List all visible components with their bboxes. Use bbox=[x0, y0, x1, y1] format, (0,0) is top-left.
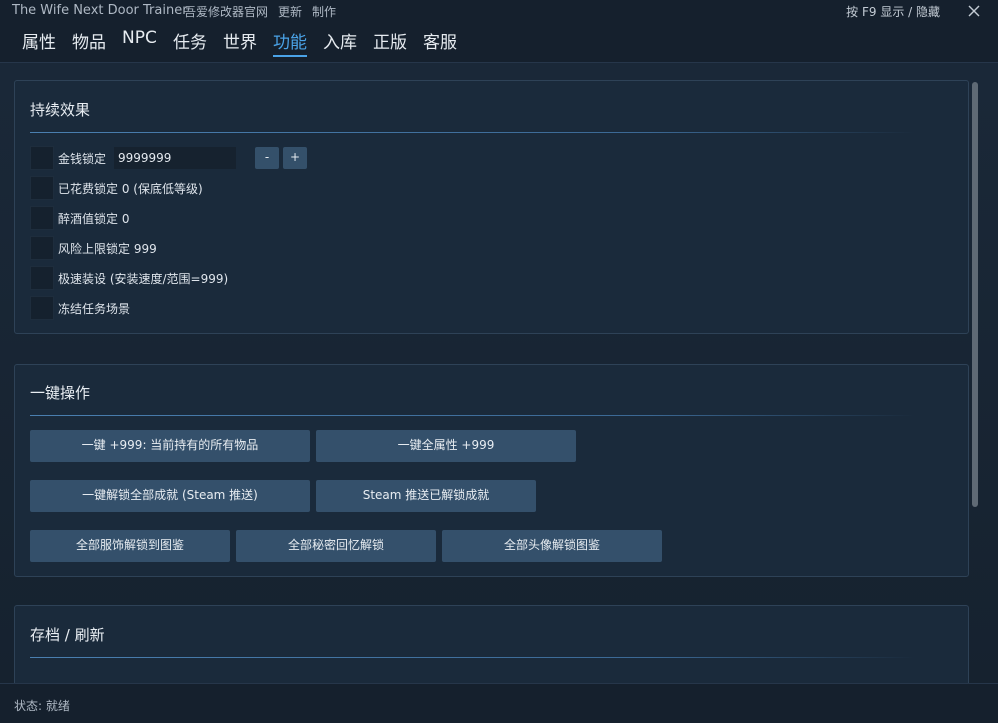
tab-npc[interactable]: NPC bbox=[122, 28, 157, 50]
unlock-avatars-button[interactable]: 全部头像解锁图鉴 bbox=[442, 530, 662, 562]
spent-lock-row: 已花费锁定 0 (保底低等级) bbox=[30, 176, 430, 200]
tab-genuine[interactable]: 正版 bbox=[373, 28, 407, 55]
persistent-effects-section: 持续效果 金钱锁定 - + 已花费锁定 0 (保底低等级) 醉酒值锁定 0 风险… bbox=[14, 80, 969, 334]
risk-lock-label: 风险上限锁定 999 bbox=[58, 242, 157, 256]
spent-lock-checkbox[interactable] bbox=[30, 176, 54, 200]
app-title: The Wife Next Door Trainer bbox=[12, 3, 188, 18]
section-divider bbox=[30, 415, 915, 416]
risk-lock-checkbox[interactable] bbox=[30, 236, 54, 260]
unlock-memories-button[interactable]: 全部秘密回忆解锁 bbox=[236, 530, 436, 562]
tab-import[interactable]: 入库 bbox=[323, 28, 357, 55]
section-title: 持续效果 bbox=[30, 101, 91, 119]
website-link[interactable]: 吾爱修改器官网 bbox=[184, 3, 268, 20]
section-divider bbox=[30, 132, 915, 133]
add-999-items-button[interactable]: 一键 +999: 当前持有的所有物品 bbox=[30, 430, 310, 462]
fast-install-checkbox[interactable] bbox=[30, 266, 54, 290]
credits-link[interactable]: 制作 bbox=[312, 3, 336, 20]
tab-support[interactable]: 客服 bbox=[423, 28, 457, 55]
fast-install-row: 极速装设 (安装速度/范围=999) bbox=[30, 266, 430, 290]
freeze-quest-checkbox[interactable] bbox=[30, 296, 54, 320]
status-bar: 状态: 就绪 bbox=[0, 683, 998, 723]
close-button[interactable] bbox=[962, 0, 986, 22]
risk-lock-row: 风险上限锁定 999 bbox=[30, 236, 430, 260]
title-bar: The Wife Next Door Trainer 吾爱修改器官网 更新 制作… bbox=[0, 0, 998, 22]
drunk-lock-label: 醉酒值锁定 0 bbox=[58, 212, 130, 226]
section-title: 一键操作 bbox=[30, 384, 91, 402]
all-attributes-999-button[interactable]: 一键全属性 +999 bbox=[316, 430, 576, 462]
push-achievements-button[interactable]: Steam 推送已解锁成就 bbox=[316, 480, 536, 512]
tab-features[interactable]: 功能 bbox=[273, 28, 307, 57]
unlock-all-achievements-button[interactable]: 一键解锁全部成就 (Steam 推送) bbox=[30, 480, 310, 512]
tab-world[interactable]: 世界 bbox=[223, 28, 257, 55]
tab-items[interactable]: 物品 bbox=[72, 28, 106, 55]
save-refresh-section: 存档 / 刷新 bbox=[14, 605, 969, 683]
unlock-outfits-button[interactable]: 全部服饰解锁到图鉴 bbox=[30, 530, 230, 562]
close-icon bbox=[968, 5, 980, 17]
section-divider bbox=[30, 657, 915, 658]
drunk-lock-checkbox[interactable] bbox=[30, 206, 54, 230]
money-value-input[interactable] bbox=[114, 147, 236, 169]
toggle-hint: 按 F9 显示 / 隐藏 bbox=[846, 5, 940, 19]
freeze-quest-row: 冻结任务场景 bbox=[30, 296, 430, 320]
money-lock-checkbox[interactable] bbox=[30, 146, 54, 170]
freeze-quest-label: 冻结任务场景 bbox=[58, 302, 131, 316]
increment-button[interactable]: + bbox=[283, 147, 307, 169]
update-link[interactable]: 更新 bbox=[278, 3, 302, 20]
spent-lock-label: 已花费锁定 0 (保底低等级) bbox=[58, 182, 203, 196]
features-panel: 持续效果 金钱锁定 - + 已花费锁定 0 (保底低等级) 醉酒值锁定 0 风险… bbox=[0, 63, 998, 683]
scrollbar-thumb[interactable] bbox=[972, 82, 978, 507]
money-lock-label: 金钱锁定 bbox=[58, 152, 107, 166]
tab-attributes[interactable]: 属性 bbox=[22, 28, 56, 55]
one-click-section: 一键操作 一键 +999: 当前持有的所有物品 一键全属性 +999 一键解锁全… bbox=[14, 364, 969, 577]
tab-bar: 属性 物品 NPC 任务 世界 功能 入库 正版 客服 bbox=[0, 22, 998, 62]
drunk-lock-row: 醉酒值锁定 0 bbox=[30, 206, 430, 230]
fast-install-label: 极速装设 (安装速度/范围=999) bbox=[58, 272, 229, 286]
section-title: 存档 / 刷新 bbox=[30, 626, 105, 644]
decrement-button[interactable]: - bbox=[255, 147, 279, 169]
tab-quests[interactable]: 任务 bbox=[173, 28, 207, 55]
status-text: 状态: 就绪 bbox=[14, 699, 70, 713]
money-lock-row: 金钱锁定 - + bbox=[30, 146, 430, 170]
